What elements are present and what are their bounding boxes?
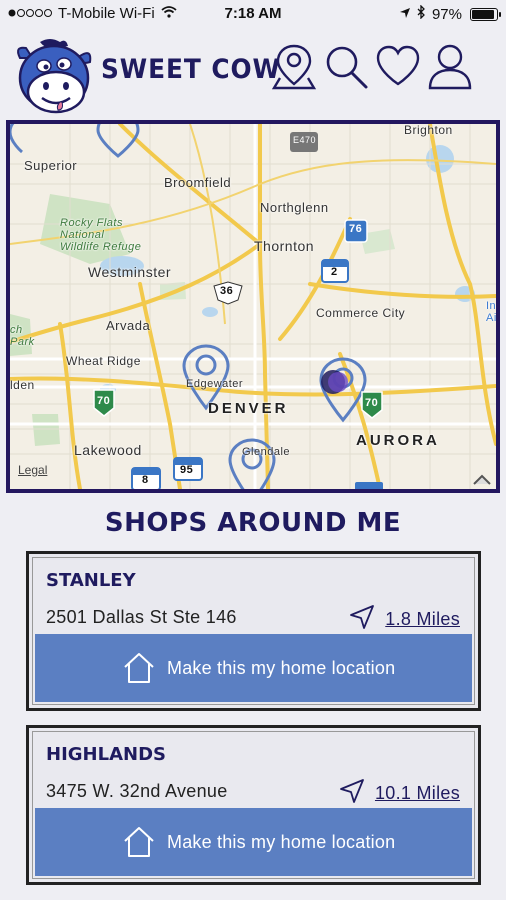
shop-name: HIGHLANDS [46, 744, 166, 765]
carrier-label: T-Mobile Wi-Fi [58, 5, 155, 22]
shield-us36: 36 [220, 285, 234, 297]
shield-i70-east: 70 [365, 397, 379, 409]
shield-e470: E470 [293, 135, 317, 145]
map-label-wildlife-refuge: Wildlife Refuge [60, 241, 142, 253]
navigation-arrow-icon [349, 604, 375, 635]
shield-i70-west: 70 [97, 395, 111, 407]
shield-i25: 2 [331, 266, 338, 278]
shop-address: 3475 W. 32nd Avenue [46, 781, 228, 801]
user-icon[interactable] [426, 42, 474, 92]
make-home-location-label: Make this my home location [167, 831, 396, 852]
navigation-arrow-icon [339, 778, 365, 809]
map-label-arvada: Arvada [106, 318, 151, 333]
make-home-location-button[interactable]: Make this my home location [35, 808, 472, 876]
battery-percent: 97% [431, 5, 462, 23]
map-legal-link[interactable]: Legal [18, 463, 47, 477]
battery-icon [470, 7, 501, 21]
shop-distance: 1.8 Miles [385, 609, 460, 629]
map-label-golden-partial: lden [10, 378, 35, 392]
shop-card-inner: STANLEY 2501 Dallas St Ste 146 1.8 Miles… [32, 557, 475, 705]
location-pin-icon[interactable] [270, 42, 318, 92]
map-label-edgewater: Edgewater [186, 378, 244, 390]
map-label-rocky-flats: Rocky Flats [60, 217, 123, 229]
map-label-brighton: Brighton [404, 123, 453, 137]
map-label-wheat-ridge: Wheat Ridge [66, 354, 141, 368]
make-home-location-label: Make this my home location [167, 657, 396, 678]
heart-icon[interactable] [374, 42, 422, 92]
map-label-national: National [60, 229, 105, 241]
shop-distance: 10.1 Miles [374, 783, 460, 803]
home-icon [121, 824, 157, 860]
sweet-cow-logo[interactable] [10, 36, 94, 118]
map-label-broomfield: Broomfield [164, 175, 232, 190]
home-icon [121, 650, 157, 686]
make-home-location-button[interactable]: Make this my home location [35, 634, 472, 702]
shield-i76: 76 [349, 223, 363, 235]
map-label-park-partial-1: ch [10, 324, 23, 336]
location-arrow-icon [399, 6, 411, 23]
app-header: SWEET COW [0, 28, 506, 120]
shield-i225: 95 [180, 464, 194, 476]
shops-around-me-title: SHOPS AROUND ME [104, 508, 402, 538]
shop-card: HIGHLANDS 3475 W. 32nd Avenue 10.1 Miles… [26, 725, 481, 885]
map-label-aurora: AURORA [356, 432, 440, 449]
bluetooth-icon [417, 4, 426, 23]
shop-card: STANLEY 2501 Dallas St Ste 146 1.8 Miles… [26, 551, 481, 711]
wifi-icon [161, 5, 177, 22]
brand-name: SWEET COW [101, 54, 281, 85]
shield-i8: 8 [142, 474, 149, 486]
map-label-lakewood: Lakewood [74, 442, 142, 458]
shop-card-inner: HIGHLANDS 3475 W. 32nd Avenue 10.1 Miles… [32, 731, 475, 879]
shop-name: STANLEY [46, 570, 136, 591]
map-label-westminster: Westminster [88, 264, 172, 280]
status-left: T-Mobile Wi-Fi [8, 5, 177, 22]
signal-icon [8, 5, 52, 22]
shop-distance-link[interactable]: 1.8 Miles [349, 604, 460, 635]
map-label-superior: Superior [24, 158, 78, 173]
map-label-right-partial-1: In [486, 300, 497, 312]
map-label-denver: DENVER [208, 400, 289, 417]
shop-address: 2501 Dallas St Ste 146 [46, 607, 237, 627]
search-icon[interactable] [322, 42, 370, 92]
status-right: 97% [399, 4, 501, 23]
shops-map[interactable]: Brighton Superior Broomfield Northglenn … [6, 120, 500, 493]
map-label-park-partial-2: Park [10, 336, 35, 348]
map-label-northglenn: Northglenn [260, 200, 329, 215]
map-label-glendale: Glendale [242, 446, 291, 458]
status-bar: T-Mobile Wi-Fi 7:18 AM 97% [0, 0, 506, 28]
map-label-commerce-city: Commerce City [316, 306, 406, 320]
shop-distance-link[interactable]: 10.1 Miles [339, 778, 460, 809]
map-label-thornton: Thornton [254, 238, 315, 254]
battery-level [472, 9, 495, 19]
map-label-right-partial-2: Ai [486, 312, 497, 324]
